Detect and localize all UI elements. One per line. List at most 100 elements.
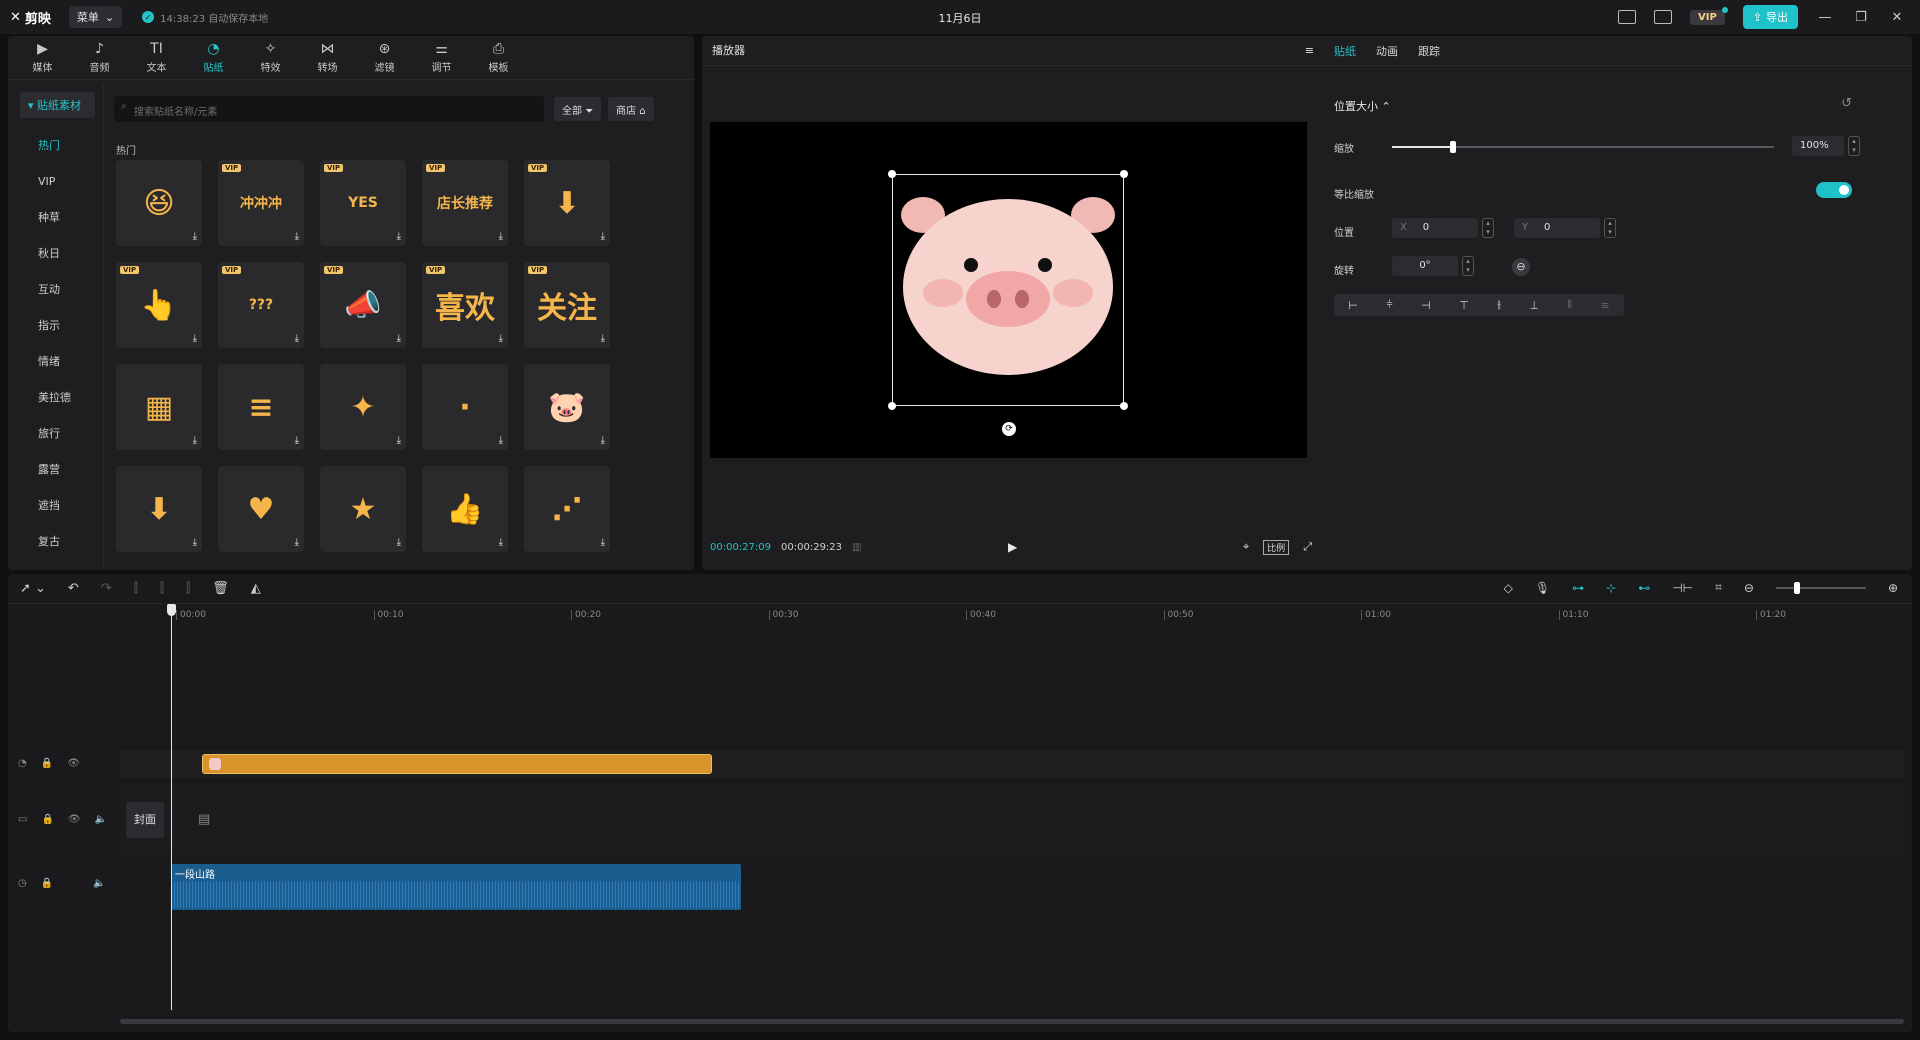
auto-snap-icon[interactable]: ⊹: [1606, 581, 1616, 595]
download-icon[interactable]: ⤓: [397, 537, 401, 548]
screenshot-icon[interactable]: ⌖: [1243, 540, 1249, 555]
main-track-magnet-icon[interactable]: ⊶: [1572, 581, 1584, 595]
sticker-item-recommend-text[interactable]: VIP 店长推荐 ⤓: [422, 160, 508, 246]
eye-icon[interactable]: 👁: [67, 758, 80, 769]
sticker-item-dust[interactable]: · ⤓: [422, 364, 508, 450]
sticker-item-text-list[interactable]: ≡ ⤓: [218, 364, 304, 450]
section-title[interactable]: 位置大小 ⌃: [1334, 98, 1391, 114]
download-icon[interactable]: ⤓: [295, 231, 299, 242]
download-icon[interactable]: ⤓: [295, 537, 299, 548]
tab-effects[interactable]: ✧ 特效: [242, 36, 299, 79]
sticker-clip[interactable]: [202, 754, 712, 774]
sticker-item-like-text[interactable]: VIP 喜欢 ⤓: [422, 262, 508, 348]
redo-icon[interactable]: ↷: [101, 581, 112, 596]
tab-filter[interactable]: ⊛ 滤镜: [356, 36, 413, 79]
sticker-item-yes-text[interactable]: VIP YES ⤓: [320, 160, 406, 246]
download-icon[interactable]: ⤓: [193, 435, 197, 446]
eye-icon[interactable]: 👁: [68, 814, 81, 825]
fit-icon[interactable]: ⌗: [1715, 580, 1722, 595]
download-icon[interactable]: ⤓: [193, 333, 197, 344]
download-icon[interactable]: ⤓: [499, 435, 503, 446]
speaker-icon[interactable]: 🔈: [93, 878, 105, 889]
vip-button[interactable]: VIP: [1689, 6, 1728, 25]
sticker-item-question-marks[interactable]: VIP??? ⤓: [218, 262, 304, 348]
position-x-stepper[interactable]: ▴ ▾: [1482, 218, 1494, 238]
download-icon[interactable]: ⤓: [295, 333, 299, 344]
sticker-item-stars-dust[interactable]: ⋰ ⤓: [524, 466, 610, 552]
position-y-stepper[interactable]: ▴ ▾: [1604, 218, 1616, 238]
tab-media[interactable]: ▶ 媒体: [14, 36, 71, 79]
layout-icon[interactable]: [1653, 10, 1672, 24]
scale-input[interactable]: 100%: [1792, 136, 1844, 156]
category-item[interactable]: 指示: [8, 308, 103, 344]
category-item[interactable]: 美拉德: [8, 380, 103, 416]
resize-handle-br[interactable]: [1120, 402, 1128, 410]
minimize-icon[interactable]: —: [1816, 10, 1834, 25]
linkage-icon[interactable]: ⊷: [1638, 581, 1650, 595]
category-item[interactable]: 情绪: [8, 344, 103, 380]
sticker-item-laughing-face[interactable]: 😆 ⤓: [116, 160, 202, 246]
tab-adjust[interactable]: ⚌ 调节: [413, 36, 470, 79]
download-icon[interactable]: ⤓: [499, 537, 503, 548]
category-item[interactable]: 种草: [8, 200, 103, 236]
align-bottom-icon[interactable]: ⊥: [1529, 299, 1539, 312]
close-icon[interactable]: ✕: [1888, 10, 1906, 25]
timeline-scrollbar[interactable]: [120, 1019, 1904, 1024]
lock-icon[interactable]: 🔒: [41, 814, 53, 825]
sticker-item-pig-face[interactable]: 🐷 ⤓: [524, 364, 610, 450]
sticker-selection[interactable]: [888, 170, 1128, 410]
category-item[interactable]: 复古: [8, 524, 103, 560]
zoom-knob[interactable]: [1793, 581, 1800, 594]
download-icon[interactable]: ⤓: [397, 333, 401, 344]
search-input[interactable]: 搜索贴纸名称/元素: [114, 96, 544, 122]
menu-button[interactable]: 菜单 ⌄: [68, 6, 123, 28]
playhead[interactable]: [167, 604, 176, 1010]
sticker-item-follow-text[interactable]: VIP 关注 ⤓: [524, 262, 610, 348]
cover-button[interactable]: 封面: [126, 802, 164, 838]
resize-handle-bl[interactable]: [888, 402, 896, 410]
position-x-input[interactable]: X 0: [1392, 218, 1478, 238]
sticker-item-charge-text[interactable]: VIP 冲冲冲 ⤓: [218, 160, 304, 246]
download-icon[interactable]: ⤓: [193, 537, 197, 548]
sticker-item-thumbs-up[interactable]: 👍 ⤓: [422, 466, 508, 552]
download-icon[interactable]: ⤓: [397, 231, 401, 242]
download-icon[interactable]: ⤓: [601, 333, 605, 344]
rotate-handle-icon[interactable]: ⟳: [1002, 422, 1016, 436]
split-left-icon[interactable]: ⫿: [160, 581, 164, 596]
hamburger-icon[interactable]: ≡: [1305, 36, 1314, 65]
align-center-h-icon[interactable]: ⫩: [1386, 298, 1392, 312]
category-item[interactable]: VIP: [8, 164, 103, 200]
scale-slider-knob[interactable]: [1450, 141, 1457, 153]
keyframe-icon[interactable]: ◇: [1504, 581, 1513, 595]
sticker-item-pointing-hand[interactable]: VIP 👆 ⤓: [116, 262, 202, 348]
category-item[interactable]: 露营: [8, 452, 103, 488]
resize-handle-tl[interactable]: [888, 170, 896, 178]
align-top-icon[interactable]: ⊤: [1459, 299, 1469, 312]
download-icon[interactable]: ⤓: [601, 537, 605, 548]
scale-slider[interactable]: [1392, 141, 1774, 153]
sticker-item-down-arrow[interactable]: ⬇ ⤓: [116, 466, 202, 552]
inspector-tab[interactable]: 跟踪: [1418, 43, 1440, 59]
export-button[interactable]: ⇪ 导出: [1742, 5, 1798, 29]
inspector-tab[interactable]: 贴纸: [1334, 43, 1356, 59]
scale-stepper[interactable]: ▴ ▾: [1848, 136, 1860, 156]
download-icon[interactable]: ⤓: [601, 435, 605, 446]
align-center-v-icon[interactable]: ⫲: [1497, 298, 1501, 312]
fullscreen-icon[interactable]: ⤢: [1303, 540, 1312, 555]
tab-sticker[interactable]: ◔ 贴纸: [185, 36, 242, 79]
category-item[interactable]: 旅行: [8, 416, 103, 452]
download-icon[interactable]: ⤓: [601, 231, 605, 242]
sticker-item-megaphone[interactable]: VIP 📣 ⤓: [320, 262, 406, 348]
sticker-item-heart[interactable]: ♥ ⤓: [218, 466, 304, 552]
category-head[interactable]: ▾ 贴纸素材: [20, 92, 95, 118]
split-icon[interactable]: ⫿: [134, 581, 138, 596]
category-item[interactable]: 遮挡: [8, 488, 103, 524]
align-left-icon[interactable]: ⊢: [1348, 299, 1358, 312]
split-right-icon[interactable]: ⫿: [186, 581, 190, 596]
sticker-item-red-arrow[interactable]: VIP ⬇ ⤓: [524, 160, 610, 246]
audio-clip[interactable]: 一段山路: [171, 864, 741, 910]
mirror-icon[interactable]: ◭: [251, 581, 261, 596]
shortcut-icon[interactable]: [1617, 10, 1636, 24]
category-item[interactable]: 秋日: [8, 236, 103, 272]
tab-audio[interactable]: ♪ 音频: [71, 36, 128, 79]
